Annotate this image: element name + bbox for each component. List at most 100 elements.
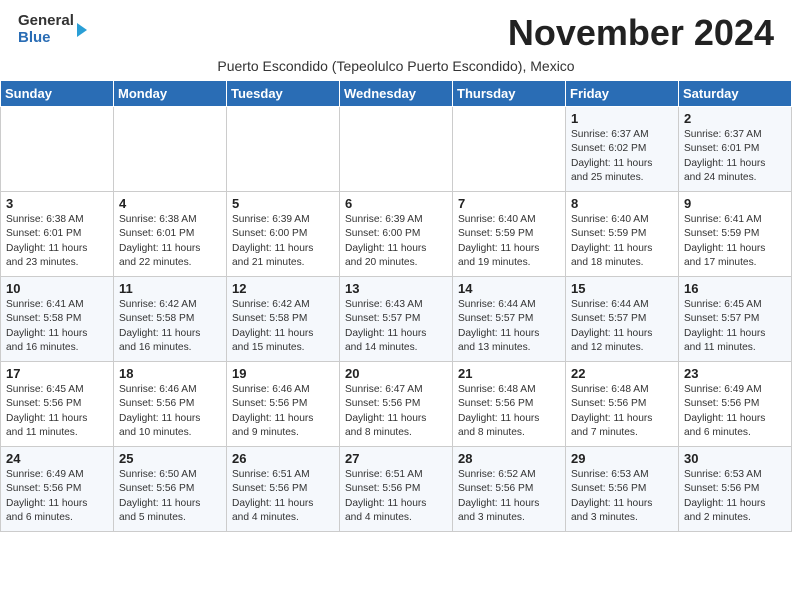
day-info: Sunrise: 6:51 AM Sunset: 5:56 PM Dayligh…	[345, 468, 447, 525]
day-info: Sunrise: 6:44 AM Sunset: 5:57 PM Dayligh…	[571, 298, 673, 355]
calendar-cell: 8 Sunrise: 6:40 AM Sunset: 5:59 PM Daylig…	[566, 192, 679, 277]
calendar-week-row: 3Sunrise: 6:38 AM Sunset: 6:01 PM Daylig…	[1, 192, 792, 277]
calendar-cell: 27 Sunrise: 6:51 AM Sunset: 5:56 PM Dayli…	[340, 447, 453, 532]
logo: General Blue	[18, 12, 87, 47]
calendar-table: SundayMondayTuesdayWednesdayThursdayFrid…	[0, 80, 792, 532]
calendar-header-wednesday: Wednesday	[340, 81, 453, 107]
day-number: 4	[119, 196, 221, 211]
calendar-header-sunday: Sunday	[1, 81, 114, 107]
day-info: Sunrise: 6:46 AM Sunset: 5:56 PM Dayligh…	[232, 383, 334, 440]
calendar-cell	[453, 107, 566, 192]
day-info: Sunrise: 6:45 AM Sunset: 5:57 PM Dayligh…	[684, 298, 786, 355]
calendar-cell: 2 Sunrise: 6:37 AM Sunset: 6:01 PM Daylig…	[679, 107, 792, 192]
calendar-header-friday: Friday	[566, 81, 679, 107]
logo-arrow-icon	[77, 23, 87, 37]
day-info: Sunrise: 6:43 AM Sunset: 5:57 PM Dayligh…	[345, 298, 447, 355]
day-info: Sunrise: 6:40 AM Sunset: 5:59 PM Dayligh…	[571, 213, 673, 270]
day-info: Sunrise: 6:44 AM Sunset: 5:57 PM Dayligh…	[458, 298, 560, 355]
day-info: Sunrise: 6:51 AM Sunset: 5:56 PM Dayligh…	[232, 468, 334, 525]
day-number: 12	[232, 281, 334, 296]
calendar-cell: 6 Sunrise: 6:39 AM Sunset: 6:00 PM Daylig…	[340, 192, 453, 277]
day-info: Sunrise: 6:38 AM Sunset: 6:01 PM Dayligh…	[119, 213, 221, 270]
calendar-cell: 17 Sunrise: 6:45 AM Sunset: 5:56 PM Dayli…	[1, 362, 114, 447]
day-number: 13	[345, 281, 447, 296]
day-info: Sunrise: 6:52 AM Sunset: 5:56 PM Dayligh…	[458, 468, 560, 525]
day-number: 17	[6, 366, 108, 381]
day-number: 19	[232, 366, 334, 381]
calendar-header-row: SundayMondayTuesdayWednesdayThursdayFrid…	[1, 81, 792, 107]
calendar-header-thursday: Thursday	[453, 81, 566, 107]
day-info: Sunrise: 6:42 AM Sunset: 5:58 PM Dayligh…	[119, 298, 221, 355]
day-number: 9	[684, 196, 786, 211]
calendar-cell	[340, 107, 453, 192]
day-number: 24	[6, 451, 108, 466]
day-number: 7	[458, 196, 560, 211]
logo-blue: Blue	[18, 29, 51, 46]
day-info: Sunrise: 6:37 AM Sunset: 6:02 PM Dayligh…	[571, 128, 673, 185]
day-number: 2	[684, 111, 786, 126]
calendar-cell	[1, 107, 114, 192]
day-info: Sunrise: 6:48 AM Sunset: 5:56 PM Dayligh…	[458, 383, 560, 440]
calendar-cell	[114, 107, 227, 192]
calendar-cell: 20Sunrise: 6:47 AM Sunset: 5:56 PM Dayli…	[340, 362, 453, 447]
calendar-cell: 1 Sunrise: 6:37 AM Sunset: 6:02 PM Daylig…	[566, 107, 679, 192]
calendar-cell: 9 Sunrise: 6:41 AM Sunset: 5:59 PM Daylig…	[679, 192, 792, 277]
day-info: Sunrise: 6:37 AM Sunset: 6:01 PM Dayligh…	[684, 128, 786, 185]
day-number: 27	[345, 451, 447, 466]
calendar-cell: 19 Sunrise: 6:46 AM Sunset: 5:56 PM Dayli…	[227, 362, 340, 447]
day-info: Sunrise: 6:41 AM Sunset: 5:58 PM Dayligh…	[6, 298, 108, 355]
day-info: Sunrise: 6:53 AM Sunset: 5:56 PM Dayligh…	[684, 468, 786, 525]
day-info: Sunrise: 6:39 AM Sunset: 6:00 PM Dayligh…	[345, 213, 447, 270]
day-number: 21	[458, 366, 560, 381]
day-info: Sunrise: 6:45 AM Sunset: 5:56 PM Dayligh…	[6, 383, 108, 440]
calendar-cell: 14 Sunrise: 6:44 AM Sunset: 5:57 PM Dayli…	[453, 277, 566, 362]
logo-general: General	[18, 12, 74, 29]
calendar-week-row: 17 Sunrise: 6:45 AM Sunset: 5:56 PM Dayli…	[1, 362, 792, 447]
calendar-cell: 11Sunrise: 6:42 AM Sunset: 5:58 PM Dayli…	[114, 277, 227, 362]
day-info: Sunrise: 6:41 AM Sunset: 5:59 PM Dayligh…	[684, 213, 786, 270]
calendar-cell: 18 Sunrise: 6:46 AM Sunset: 5:56 PM Dayli…	[114, 362, 227, 447]
day-number: 22	[571, 366, 673, 381]
calendar-cell: 3Sunrise: 6:38 AM Sunset: 6:01 PM Daylig…	[1, 192, 114, 277]
calendar-week-row: 10 Sunrise: 6:41 AM Sunset: 5:58 PM Dayli…	[1, 277, 792, 362]
day-info: Sunrise: 6:49 AM Sunset: 5:56 PM Dayligh…	[684, 383, 786, 440]
calendar-cell: 21 Sunrise: 6:48 AM Sunset: 5:56 PM Dayli…	[453, 362, 566, 447]
calendar-cell	[227, 107, 340, 192]
calendar-cell: 5Sunrise: 6:39 AM Sunset: 6:00 PM Daylig…	[227, 192, 340, 277]
calendar-cell: 13 Sunrise: 6:43 AM Sunset: 5:57 PM Dayli…	[340, 277, 453, 362]
day-info: Sunrise: 6:53 AM Sunset: 5:56 PM Dayligh…	[571, 468, 673, 525]
day-number: 14	[458, 281, 560, 296]
day-number: 1	[571, 111, 673, 126]
calendar-week-row: 1 Sunrise: 6:37 AM Sunset: 6:02 PM Daylig…	[1, 107, 792, 192]
calendar-cell: 22 Sunrise: 6:48 AM Sunset: 5:56 PM Dayli…	[566, 362, 679, 447]
calendar-cell: 23Sunrise: 6:49 AM Sunset: 5:56 PM Dayli…	[679, 362, 792, 447]
calendar-cell: 12 Sunrise: 6:42 AM Sunset: 5:58 PM Dayli…	[227, 277, 340, 362]
day-number: 6	[345, 196, 447, 211]
day-number: 15	[571, 281, 673, 296]
day-info: Sunrise: 6:42 AM Sunset: 5:58 PM Dayligh…	[232, 298, 334, 355]
calendar-week-row: 24 Sunrise: 6:49 AM Sunset: 5:56 PM Dayli…	[1, 447, 792, 532]
day-info: Sunrise: 6:46 AM Sunset: 5:56 PM Dayligh…	[119, 383, 221, 440]
calendar-cell: 26Sunrise: 6:51 AM Sunset: 5:56 PM Dayli…	[227, 447, 340, 532]
calendar-cell: 15 Sunrise: 6:44 AM Sunset: 5:57 PM Dayli…	[566, 277, 679, 362]
calendar-cell: 16 Sunrise: 6:45 AM Sunset: 5:57 PM Dayli…	[679, 277, 792, 362]
day-number: 18	[119, 366, 221, 381]
page-header: General Blue November 2024	[0, 0, 792, 58]
calendar-header-tuesday: Tuesday	[227, 81, 340, 107]
day-number: 29	[571, 451, 673, 466]
day-number: 10	[6, 281, 108, 296]
day-number: 16	[684, 281, 786, 296]
calendar-cell: 10 Sunrise: 6:41 AM Sunset: 5:58 PM Dayli…	[1, 277, 114, 362]
day-info: Sunrise: 6:48 AM Sunset: 5:56 PM Dayligh…	[571, 383, 673, 440]
day-info: Sunrise: 6:38 AM Sunset: 6:01 PM Dayligh…	[6, 213, 108, 270]
calendar-header-saturday: Saturday	[679, 81, 792, 107]
month-title: November 2024	[508, 12, 774, 54]
day-number: 28	[458, 451, 560, 466]
calendar-cell: 28 Sunrise: 6:52 AM Sunset: 5:56 PM Dayli…	[453, 447, 566, 532]
day-info: Sunrise: 6:50 AM Sunset: 5:56 PM Dayligh…	[119, 468, 221, 525]
day-info: Sunrise: 6:49 AM Sunset: 5:56 PM Dayligh…	[6, 468, 108, 525]
day-number: 30	[684, 451, 786, 466]
calendar-cell: 4 Sunrise: 6:38 AM Sunset: 6:01 PM Daylig…	[114, 192, 227, 277]
day-number: 8	[571, 196, 673, 211]
day-info: Sunrise: 6:40 AM Sunset: 5:59 PM Dayligh…	[458, 213, 560, 270]
